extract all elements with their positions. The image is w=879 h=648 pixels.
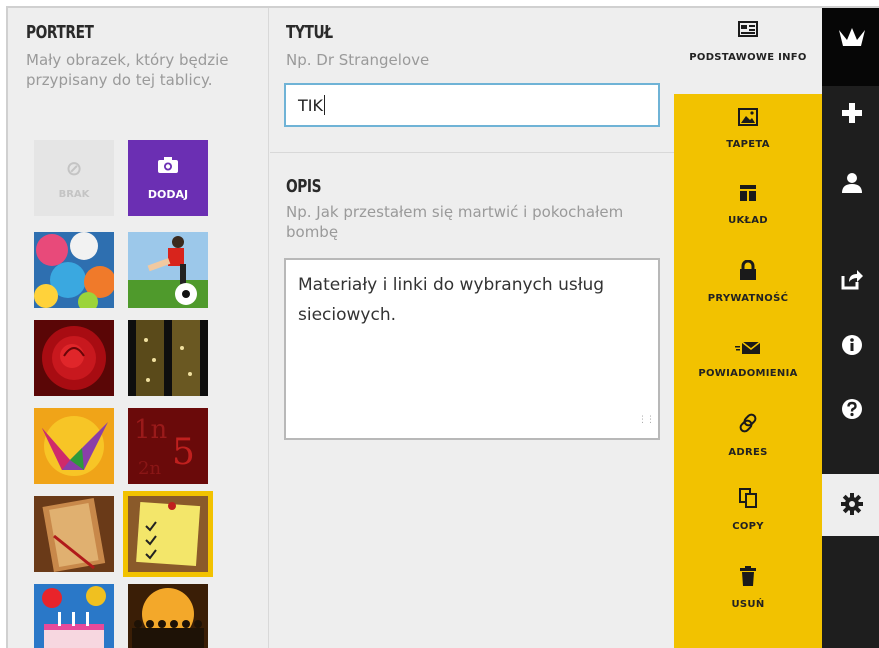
board-settings-panel: PORTRET Mały obrazek, który będzie przyp… (6, 6, 879, 648)
portrait-title: PORTRET (26, 22, 94, 43)
menu-label: PODSTAWOWE INFO (689, 52, 807, 63)
portrait-option[interactable] (34, 232, 114, 308)
svg-text:1n: 1n (134, 415, 168, 445)
menu-label: UKŁAD (728, 215, 768, 226)
menu-item-copy[interactable]: COPY (674, 488, 822, 532)
portrait-option[interactable] (34, 320, 114, 396)
menu-label: USUŃ (731, 599, 765, 610)
portrait-option[interactable] (34, 584, 114, 648)
portrait-option[interactable] (34, 408, 114, 484)
padlet-logo-icon[interactable] (822, 8, 879, 86)
menu-label: TAPETA (726, 139, 770, 150)
lock-icon (674, 259, 822, 285)
app-sidebar (822, 8, 879, 648)
portrait-option[interactable]: 1n 5 2n (128, 408, 208, 484)
settings-menu: PODSTAWOWE INFO TAPETA UKŁAD PRYWATNOŚĆ (674, 8, 822, 648)
text-caret (323, 95, 325, 115)
portrait-option[interactable] (128, 584, 208, 648)
camera-icon (157, 156, 179, 178)
title-section: TYTUŁ Np. Dr Strangelove TIK (270, 8, 674, 152)
portrait-hint: Mały obrazek, który będzie przypisany do… (26, 51, 229, 89)
menu-item-privacy[interactable]: PRYWATNOŚĆ (674, 259, 822, 304)
svg-text:2n: 2n (138, 458, 161, 479)
add-portrait-label: DODAJ (147, 187, 189, 201)
link-icon (674, 412, 822, 439)
svg-text:5: 5 (172, 432, 195, 473)
portrait-section: PORTRET Mały obrazek, który będzie przyp… (8, 8, 269, 648)
portrait-option[interactable] (128, 232, 208, 308)
resize-grip-icon[interactable]: ⋮⋮ (638, 405, 655, 435)
menu-item-notifications[interactable]: POWIADOMIENIA (674, 338, 822, 379)
info-icon[interactable] (822, 334, 879, 363)
envelope-icon (674, 338, 822, 360)
section-divider (270, 152, 674, 153)
menu-item-basic-info[interactable]: PODSTAWOWE INFO (674, 8, 822, 94)
no-portrait-label: BRAK (58, 188, 90, 200)
menu-label: POWIADOMIENIA (698, 368, 798, 379)
no-icon: ⊘ (65, 155, 83, 180)
info-card-icon (674, 20, 822, 42)
help-icon[interactable] (822, 398, 879, 427)
image-icon (674, 108, 822, 131)
menu-label: COPY (732, 521, 764, 532)
layout-icon (674, 184, 822, 207)
add-portrait-button[interactable]: DODAJ (128, 140, 208, 216)
title-placeholder-hint: Np. Dr Strangelove (286, 51, 430, 69)
description-heading: OPIS (286, 176, 322, 197)
description-textarea[interactable]: Materiały i linki do wybranych usług sie… (284, 258, 660, 440)
no-portrait-button[interactable]: ⊘ BRAK (34, 140, 114, 216)
title-input-value: TIK (298, 96, 323, 115)
description-value: Materiały i linki do wybranych usług sie… (298, 275, 605, 325)
portrait-option-selected[interactable] (123, 491, 213, 577)
title-heading: TYTUŁ (286, 22, 333, 43)
menu-item-layout[interactable]: UKŁAD (674, 184, 822, 226)
details-section: TYTUŁ Np. Dr Strangelove TIK OPIS Np. Ja… (270, 8, 674, 648)
gear-icon[interactable] (822, 474, 879, 536)
title-input[interactable]: TIK (284, 83, 660, 127)
trash-icon (674, 566, 822, 591)
menu-item-delete[interactable]: USUŃ (674, 566, 822, 610)
share-icon[interactable] (822, 270, 879, 297)
menu-item-address[interactable]: ADRES (674, 412, 822, 458)
description-placeholder-hint: Np. Jak przestałem się martwić i pokocha… (286, 203, 624, 241)
portrait-option[interactable] (128, 320, 208, 396)
copy-icon (674, 488, 822, 513)
menu-label: ADRES (728, 447, 768, 458)
plus-icon[interactable] (822, 102, 879, 131)
menu-item-wallpaper[interactable]: TAPETA (674, 108, 822, 150)
portrait-option[interactable] (34, 496, 114, 572)
menu-label: PRYWATNOŚĆ (707, 293, 789, 304)
user-icon[interactable] (822, 172, 879, 201)
